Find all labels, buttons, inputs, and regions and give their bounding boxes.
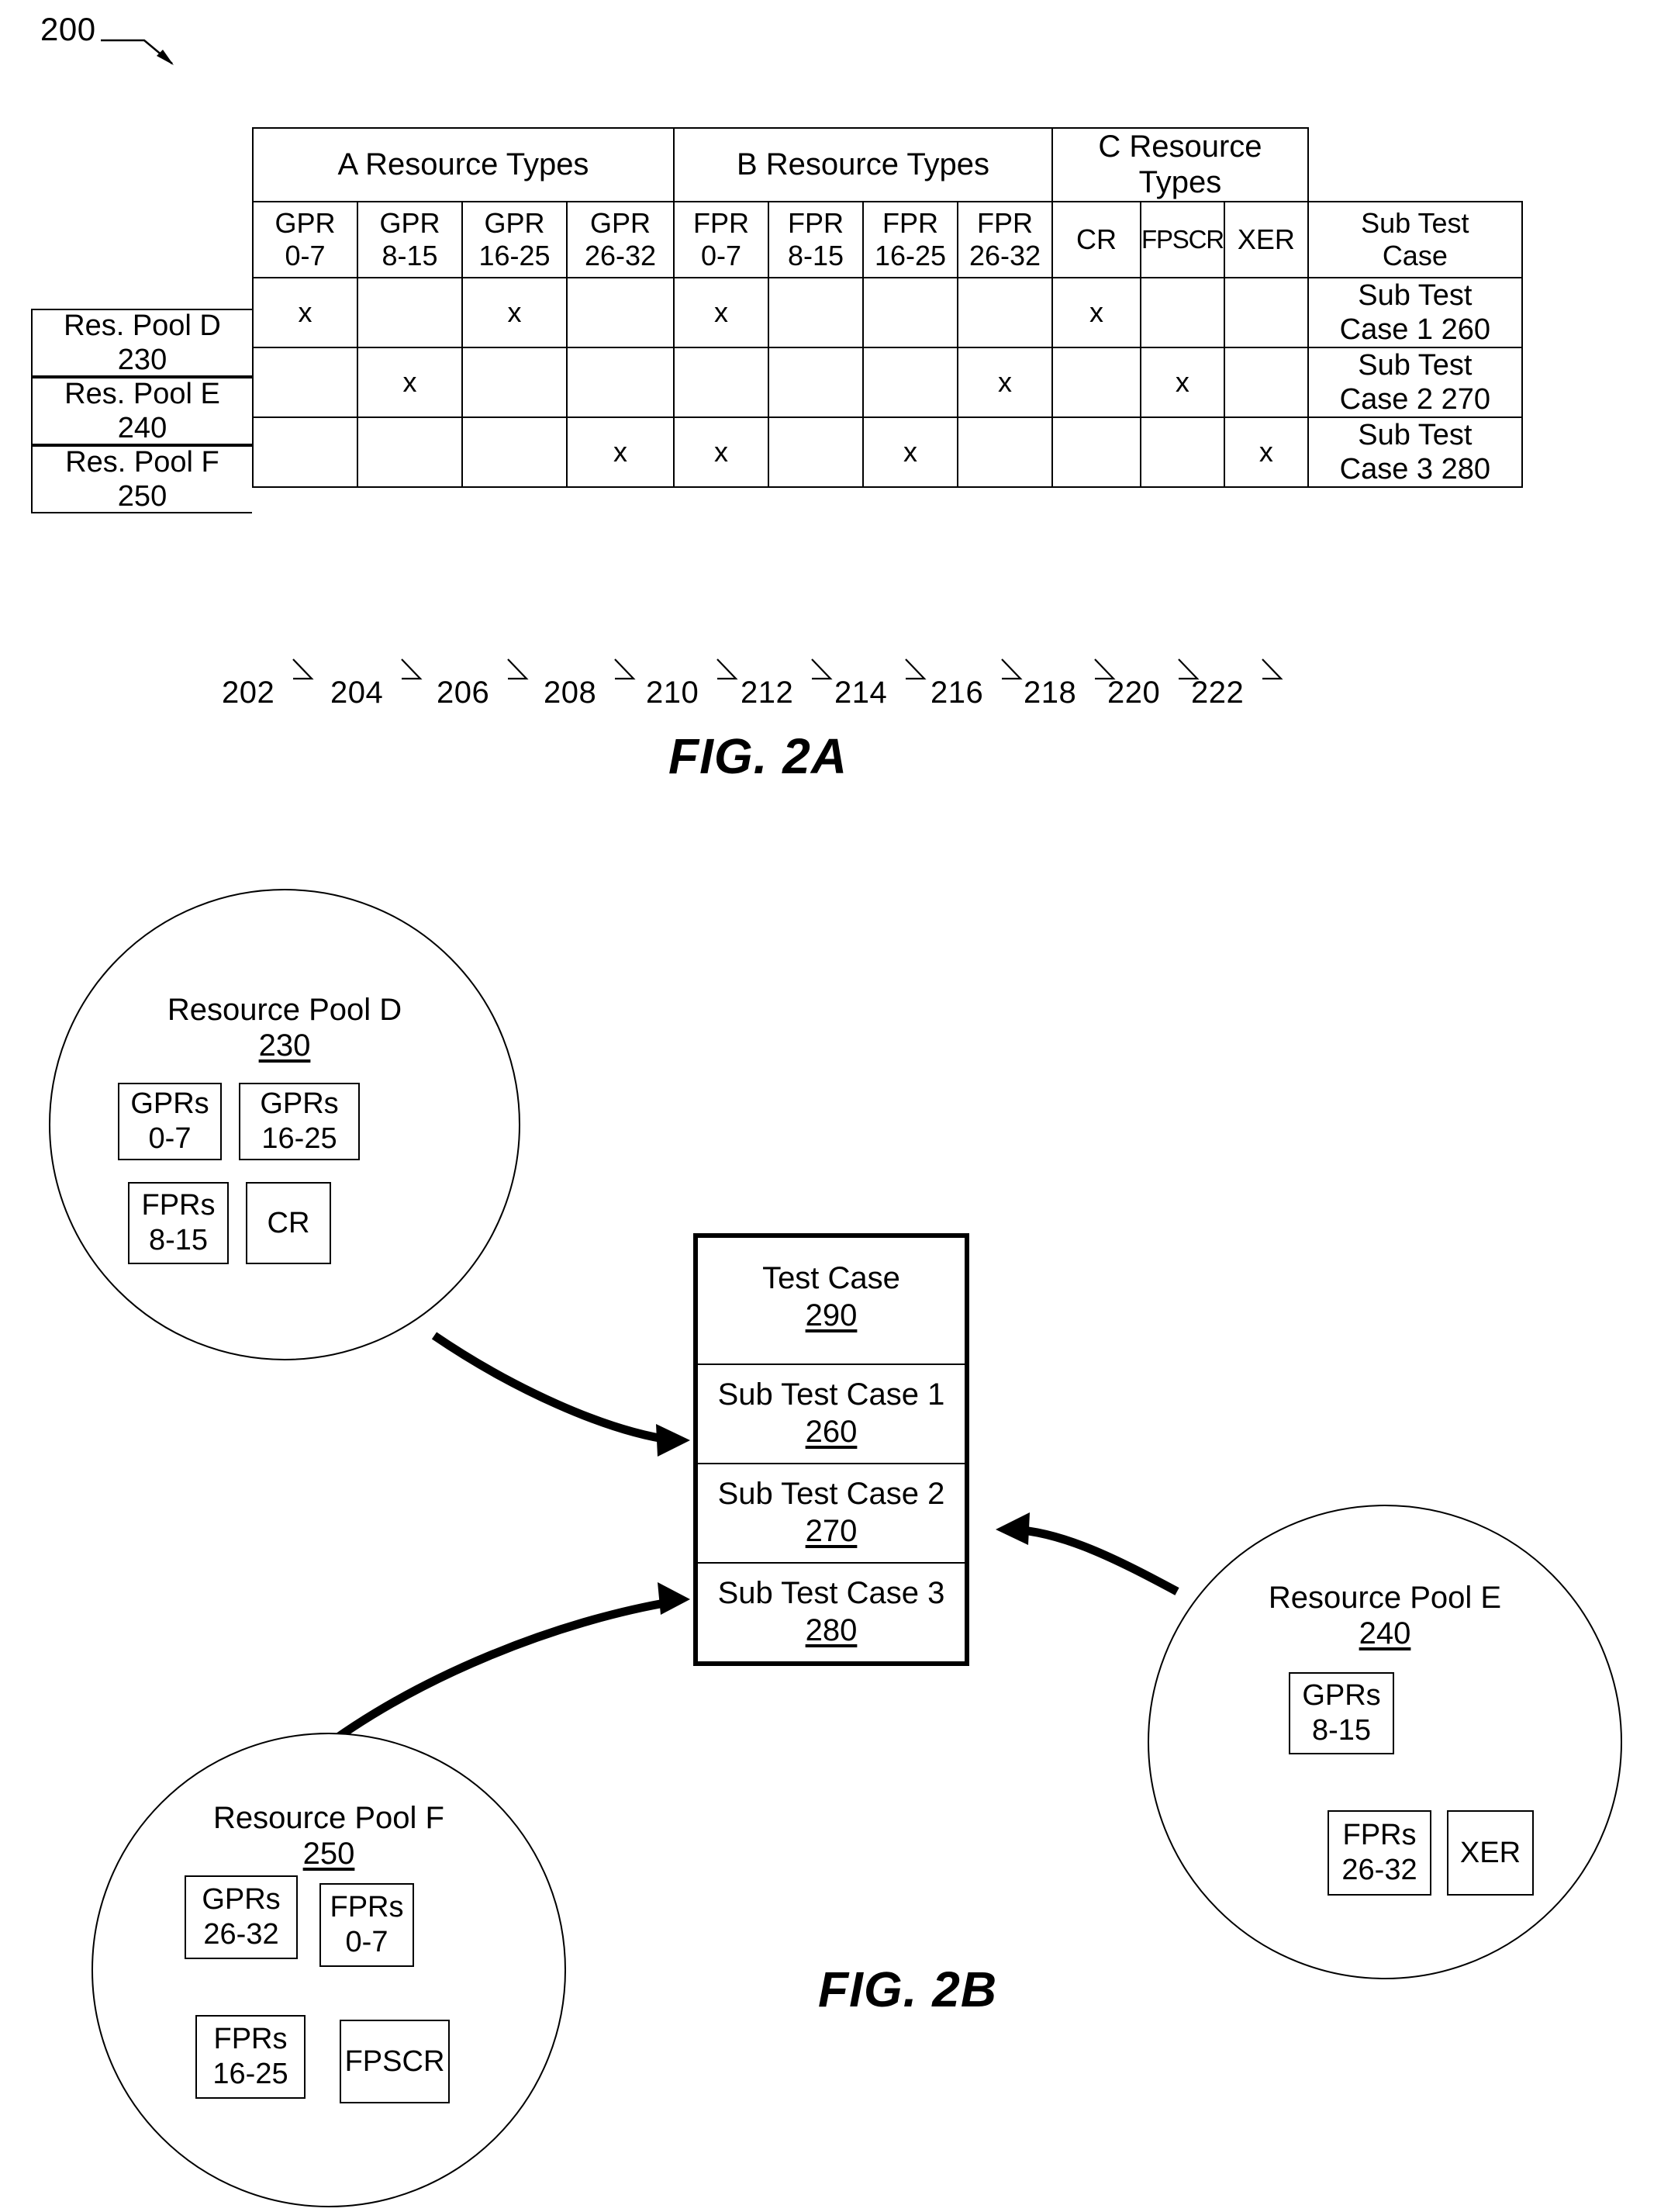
sub-test-case-number: 270 [805, 1514, 858, 1548]
pool-f-number-value: 250 [302, 1837, 355, 1871]
resource-box-xer: XER [1447, 1810, 1534, 1896]
sub-test-case-1: Sub Test Case 1 260 [698, 1365, 965, 1464]
resource-line2: 16-25 [212, 2058, 288, 2090]
pool-f-number: 250 [93, 1837, 565, 1872]
sub-test-case-title: Sub Test Case 2 [717, 1477, 945, 1511]
resource-box-fprs-8-15: FPRs 8-15 [128, 1182, 229, 1264]
arrow-pool-f-to-sub-test-case-3 [313, 1582, 690, 1757]
resource-box-fpscr: FPSCR [340, 2020, 450, 2103]
resource-box-cr: CR [246, 1182, 331, 1264]
sub-test-case-title: Sub Test Case 1 [717, 1377, 945, 1412]
resource-box-fprs-26-32: FPRs 26-32 [1328, 1810, 1431, 1896]
resource-pool-f: Resource Pool F 250 GPRs 26-32 FPRs 0-7 … [91, 1733, 566, 2207]
resource-line2: 26-32 [1341, 1854, 1417, 1886]
resource-box-gprs-26-32: GPRs 26-32 [185, 1875, 298, 1959]
resource-pool-e: Resource Pool E 240 GPRs 8-15 FPRs 26-32… [1148, 1505, 1622, 1979]
resource-line1: GPRs [1302, 1679, 1381, 1713]
resource-box-fprs-16-25: FPRs 16-25 [195, 2015, 306, 2099]
resource-box-gprs-0-7: GPRs 0-7 [118, 1083, 222, 1160]
pool-d-title: Resource Pool D [167, 993, 402, 1027]
resource-pool-d: Resource Pool D 230 GPRs 0-7 GPRs 16-25 … [49, 889, 520, 1360]
test-case-number: 290 [805, 1298, 858, 1332]
test-case-header: Test Case 290 [698, 1238, 965, 1365]
resource-line1: FPRs [1342, 1819, 1417, 1852]
resource-line1: FPRs [330, 1891, 404, 1924]
resource-line2: 8-15 [1311, 1714, 1372, 1747]
pool-e-number-value: 240 [1359, 1616, 1411, 1650]
resource-line1: GPRs [202, 1883, 281, 1916]
resource-box-fprs-0-7: FPRs 0-7 [319, 1883, 414, 1967]
sub-test-case-title: Sub Test Case 3 [717, 1576, 945, 1610]
pool-d-number: 230 [50, 1028, 519, 1063]
resource-line2: 16-25 [261, 1122, 337, 1155]
resource-box-gprs-16-25: GPRs 16-25 [239, 1083, 360, 1160]
sub-test-case-2: Sub Test Case 2 270 [698, 1464, 965, 1564]
sub-test-case-number: 280 [805, 1613, 858, 1647]
resource-line1: FPRs [213, 2023, 288, 2056]
resource-line1: XER [1459, 1836, 1521, 1869]
test-case-block: Test Case 290 Sub Test Case 1 260 Sub Te… [693, 1233, 969, 1666]
resource-line1: GPRs [260, 1087, 339, 1121]
resource-line1: GPRs [130, 1087, 209, 1121]
sub-test-case-3: Sub Test Case 3 280 [698, 1564, 965, 1661]
arrow-pool-e-to-sub-test-case-2 [996, 1512, 1179, 1595]
resource-line1: FPSCR [344, 2044, 445, 2078]
resource-line2: 8-15 [148, 1224, 209, 1256]
resource-box-gprs-8-15: GPRs 8-15 [1289, 1672, 1394, 1754]
resource-line1: FPRs [141, 1189, 216, 1222]
resource-line1: CR [267, 1206, 310, 1239]
arrow-pool-d-to-sub-test-case-1 [431, 1332, 690, 1457]
pool-e-number: 240 [1149, 1616, 1621, 1651]
sub-test-case-number: 260 [805, 1415, 858, 1449]
test-case-title: Test Case [762, 1261, 900, 1295]
pool-f-title: Resource Pool F [213, 1801, 444, 1835]
pool-d-number-value: 230 [258, 1028, 311, 1063]
resource-line2: 26-32 [203, 1918, 279, 1951]
pool-e-title: Resource Pool E [1268, 1581, 1502, 1615]
resource-line2: 0-7 [345, 1926, 388, 1958]
resource-line2: 0-7 [148, 1122, 192, 1155]
figure-caption-2b: FIG. 2B [818, 1961, 998, 2017]
